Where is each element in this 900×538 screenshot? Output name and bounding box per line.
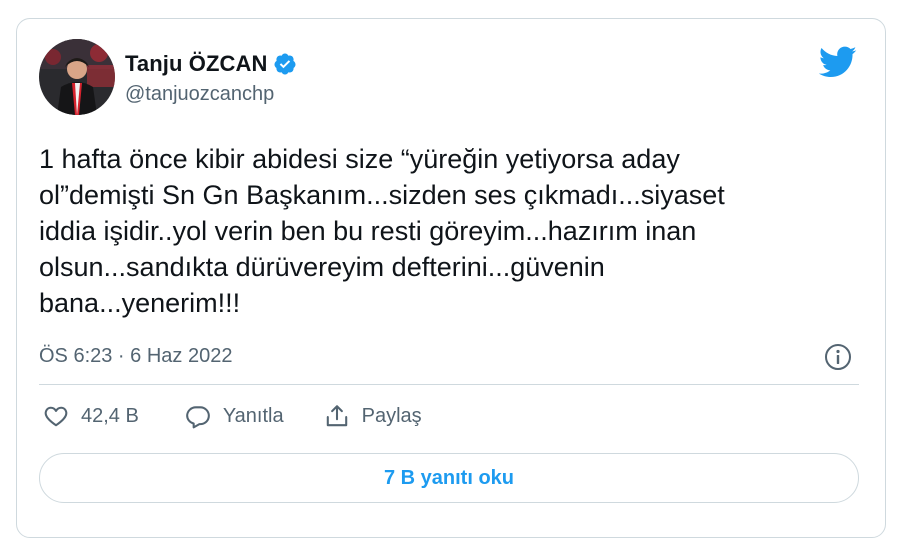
share-button[interactable]: Paylaş <box>324 403 422 429</box>
tweet-text-line: 1 hafta önce kibir abidesi size “yüreğin… <box>39 144 680 174</box>
speech-bubble-icon <box>185 403 211 429</box>
tweet-card: Tanju ÖZCAN @tanjuozcanchp 1 hafta önce … <box>16 18 886 538</box>
twitter-bird-icon[interactable] <box>818 45 857 79</box>
reply-label: Yanıtla <box>222 404 284 427</box>
reply-button[interactable]: Yanıtla <box>185 403 284 429</box>
author-name-row: Tanju ÖZCAN <box>125 51 297 77</box>
like-count: 42,4 B <box>81 404 139 427</box>
read-replies-button[interactable]: 7 B yanıtı oku <box>39 453 859 503</box>
like-button[interactable]: 42,4 B <box>43 403 139 429</box>
tweet-text: 1 hafta önce kibir abidesi size “yüreğin… <box>39 141 839 321</box>
tweet-actions: 42,4 B Yanıtla Paylaş <box>43 403 422 429</box>
tweet-text-line: ol”demişti Sn Gn Başkanım...sizden ses ç… <box>39 180 725 210</box>
tweet-text-line: iddia işidir..yol verin ben bu resti gör… <box>39 216 697 246</box>
info-icon[interactable] <box>823 342 853 372</box>
heart-icon <box>43 403 69 429</box>
author-name[interactable]: Tanju ÖZCAN <box>125 51 267 77</box>
tweet-text-line: olsun...sandıkta dürüvereyim defterini..… <box>39 252 605 282</box>
tweet-text-line: bana...yenerim!!! <box>39 288 241 318</box>
verified-badge-icon <box>273 52 297 76</box>
author-handle[interactable]: @tanjuozcanchp <box>125 83 274 106</box>
share-label: Paylaş <box>361 404 422 427</box>
share-icon <box>324 403 350 429</box>
avatar[interactable] <box>39 39 115 115</box>
divider <box>39 384 859 385</box>
tweet-timestamp[interactable]: ÖS 6:23 · 6 Haz 2022 <box>39 345 232 368</box>
